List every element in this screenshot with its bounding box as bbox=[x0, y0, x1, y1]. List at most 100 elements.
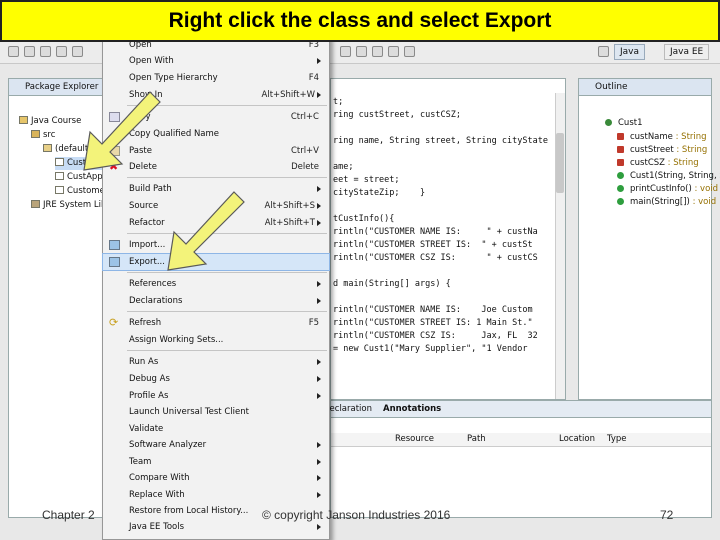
menu-item-open-type-hierarchy[interactable]: Open Type Hierarchy F4 bbox=[103, 70, 329, 86]
java-file-icon bbox=[55, 186, 64, 194]
debug-icon[interactable] bbox=[72, 46, 83, 57]
menu-item-software-analyzer[interactable]: Software Analyzer bbox=[103, 437, 329, 453]
col-type[interactable]: Type bbox=[607, 434, 627, 444]
public-method-icon bbox=[617, 185, 624, 192]
submenu-arrow-icon bbox=[317, 298, 321, 304]
footer-page-number: 72 bbox=[660, 508, 674, 522]
outline-member[interactable]: printCustInfo() : void bbox=[617, 183, 718, 195]
submenu-arrow-icon bbox=[317, 359, 321, 365]
class-icon bbox=[605, 119, 612, 126]
public-method-icon bbox=[617, 172, 624, 179]
tab-declaration[interactable]: Declaration bbox=[323, 403, 372, 416]
tab-annotations[interactable]: Annotations bbox=[383, 403, 441, 416]
menu-item-compare-with[interactable]: Compare With bbox=[103, 470, 329, 486]
pointer-arrow-export bbox=[167, 191, 245, 271]
editor-scrollbar[interactable] bbox=[555, 93, 565, 399]
menu-item-profile-as[interactable]: Profile As bbox=[103, 388, 329, 404]
outline-member[interactable]: Cust1(String, String, String) bbox=[617, 170, 720, 182]
prev-annotation-icon[interactable] bbox=[372, 46, 383, 57]
outline-member[interactable]: custCSZ : String bbox=[617, 157, 699, 169]
tree-item-src[interactable]: src bbox=[31, 129, 55, 142]
footer-chapter: Chapter 2 bbox=[42, 508, 95, 522]
outline-member[interactable]: custName : String bbox=[617, 131, 707, 143]
code-line: tCustInfo(){ bbox=[333, 214, 395, 224]
code-line: ring custStreet, custCSZ; bbox=[333, 110, 461, 120]
menu-item-launch-utc[interactable]: Launch Universal Test Client bbox=[103, 404, 329, 420]
code-line: ame; bbox=[333, 162, 354, 172]
slide-title: Right click the class and select Export bbox=[168, 9, 552, 32]
outline-class[interactable]: Cust1 bbox=[605, 117, 643, 129]
java-file-icon bbox=[55, 158, 64, 166]
submenu-arrow-icon bbox=[317, 459, 321, 465]
pointer-arrow-class bbox=[83, 91, 161, 171]
submenu-arrow-icon bbox=[317, 393, 321, 399]
menu-item-declarations[interactable]: Declarations bbox=[103, 293, 329, 309]
static-method-icon bbox=[617, 198, 624, 205]
code-line: rintln("CUSTOMER NAME IS: Joe Custom bbox=[333, 305, 533, 315]
save-icon[interactable] bbox=[24, 46, 35, 57]
back-icon[interactable] bbox=[388, 46, 399, 57]
col-resource[interactable]: Resource bbox=[395, 434, 434, 444]
submenu-arrow-icon bbox=[317, 203, 321, 209]
refresh-icon: ⟳ bbox=[109, 316, 119, 329]
code-line: = new Cust1("Mary Supplier", "1 Vendor bbox=[333, 344, 528, 354]
menu-item-refresh[interactable]: ⟳ Refresh F5 bbox=[103, 315, 329, 331]
results-header: Resource Path Location Type bbox=[331, 433, 711, 447]
menu-item-debug-as[interactable]: Debug As bbox=[103, 371, 329, 387]
menu-item-replace-with[interactable]: Replace With bbox=[103, 487, 329, 503]
private-field-icon bbox=[617, 146, 624, 153]
slide-footer: Chapter 2 © copyright Janson Industries … bbox=[0, 506, 720, 526]
submenu-arrow-icon bbox=[317, 281, 321, 287]
import-icon bbox=[109, 240, 120, 250]
outline-tab[interactable]: Outline bbox=[579, 79, 711, 96]
outline-member[interactable]: custStreet : String bbox=[617, 144, 707, 156]
editor-scrollbar-thumb[interactable] bbox=[556, 133, 564, 193]
code-line: t; bbox=[333, 97, 344, 107]
project-icon bbox=[19, 116, 28, 124]
slide-title-bar: Right click the class and select Export bbox=[0, 0, 720, 42]
col-location[interactable]: Location bbox=[559, 434, 595, 444]
outline-view: Outline Cust1 custName : String custStre… bbox=[578, 78, 720, 400]
bottom-tabs: Declaration Annotations bbox=[323, 401, 711, 418]
export-icon bbox=[109, 257, 120, 267]
open-perspective-icon[interactable] bbox=[598, 46, 609, 57]
bottom-panel: Declaration Annotations Resource Path Lo… bbox=[323, 400, 712, 518]
source-folder-icon bbox=[31, 130, 40, 138]
outline-member[interactable]: main(String[]) : void bbox=[617, 196, 716, 208]
menu-item-team[interactable]: Team bbox=[103, 454, 329, 470]
perspective-javaee[interactable]: Java EE bbox=[664, 44, 710, 60]
code-line: eet = street; bbox=[333, 175, 400, 185]
code-line: ring name, String street, String citySta… bbox=[333, 136, 548, 146]
submenu-arrow-icon bbox=[317, 376, 321, 382]
perspective-java[interactable]: Java bbox=[614, 44, 646, 60]
search-icon[interactable] bbox=[340, 46, 351, 57]
next-annotation-icon[interactable] bbox=[356, 46, 367, 57]
forward-icon[interactable] bbox=[404, 46, 415, 57]
code-line: rintln("CUSTOMER STREET IS: 1 Main St." bbox=[333, 318, 533, 328]
package-icon bbox=[43, 144, 52, 152]
col-path[interactable]: Path bbox=[467, 434, 486, 444]
library-icon bbox=[31, 200, 40, 208]
menu-item-validate[interactable]: Validate bbox=[103, 421, 329, 437]
print-icon[interactable] bbox=[40, 46, 51, 57]
menu-item-references[interactable]: References bbox=[103, 276, 329, 292]
submenu-arrow-icon bbox=[317, 492, 321, 498]
outline-tab-label: Outline bbox=[595, 82, 628, 92]
menu-item-open-with[interactable]: Open With bbox=[103, 53, 329, 69]
code-line: rintln("CUSTOMER NAME IS: " + custNa bbox=[333, 227, 538, 237]
java-editor[interactable]: t; ring custStreet, custCSZ; ring name, … bbox=[330, 78, 566, 400]
footer-copyright: © copyright Janson Industries 2016 bbox=[262, 508, 451, 522]
submenu-arrow-icon bbox=[317, 442, 321, 448]
submenu-arrow-icon bbox=[317, 220, 321, 226]
java-file-icon bbox=[55, 172, 64, 180]
run-icon[interactable] bbox=[56, 46, 67, 57]
menu-separator bbox=[127, 350, 327, 351]
menu-item-assign-working-sets[interactable]: Assign Working Sets... bbox=[103, 332, 329, 348]
submenu-arrow-icon bbox=[317, 186, 321, 192]
submenu-arrow-icon bbox=[317, 58, 321, 64]
code-line: rintln("CUSTOMER CSZ IS: " + custCS bbox=[333, 253, 538, 263]
new-icon[interactable] bbox=[8, 46, 19, 57]
private-field-icon bbox=[617, 133, 624, 140]
menu-separator bbox=[127, 311, 327, 312]
menu-item-run-as[interactable]: Run As bbox=[103, 354, 329, 370]
